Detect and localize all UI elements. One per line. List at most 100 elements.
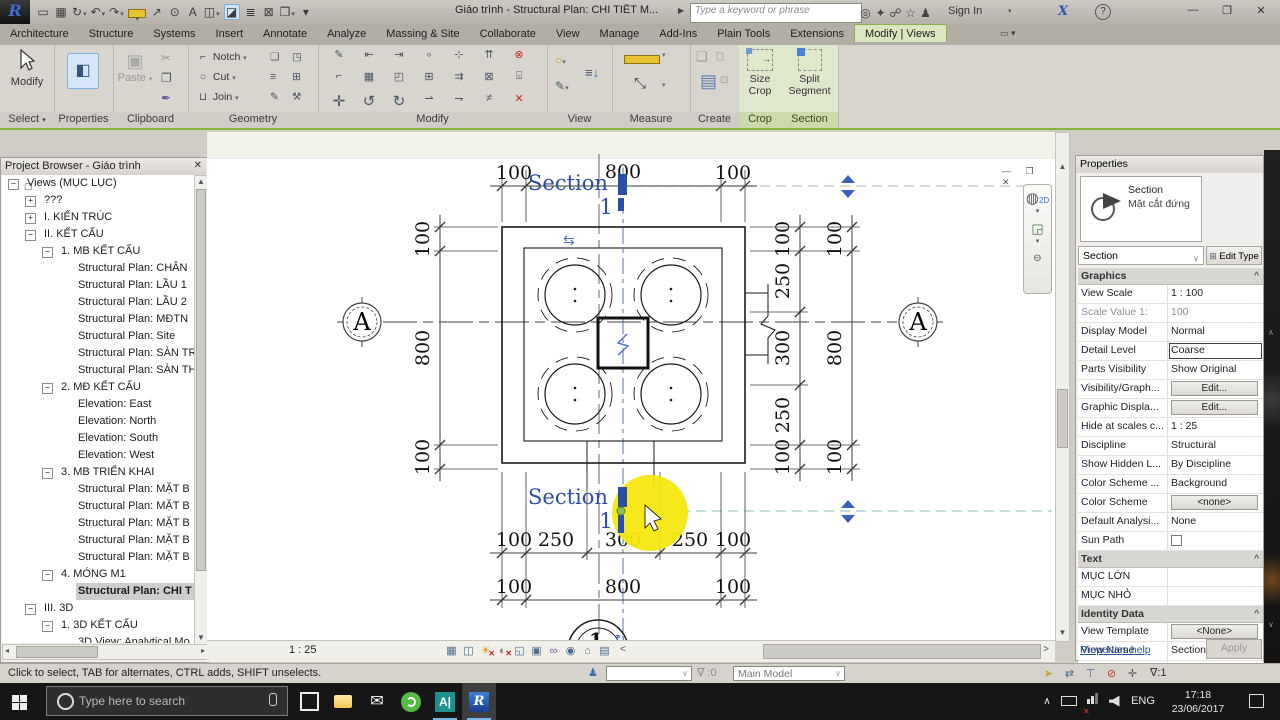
property-value[interactable]: None	[1168, 513, 1263, 531]
tab-architecture[interactable]: Architecture	[0, 25, 79, 42]
property-button[interactable]: <None>	[1171, 624, 1258, 639]
analytical-model-icon[interactable]: ⌂	[579, 645, 596, 657]
property-value[interactable]	[1168, 532, 1263, 550]
edit-type-button[interactable]: ⊞ Edit Type	[1206, 246, 1262, 265]
sign-in-caret-icon[interactable]: ▾	[1008, 7, 1012, 15]
property-button[interactable]: Edit...	[1171, 400, 1258, 415]
mirror-axis-icon[interactable]: ⊹	[444, 48, 474, 61]
tree-item-label[interactable]: Structural Plan: MẶT B	[76, 498, 192, 515]
property-value[interactable]: Edit...	[1168, 380, 1263, 398]
join-geometry-icon[interactable]: ◰	[384, 70, 414, 83]
legend-component-icon[interactable]: ❏	[696, 49, 708, 65]
project-browser-close-icon[interactable]: ✕	[194, 160, 202, 171]
tab-analyze[interactable]: Analyze	[317, 25, 376, 42]
tree-item-label[interactable]: Elevation: West	[76, 447, 156, 464]
property-value[interactable]: Edit...	[1168, 399, 1263, 417]
collapse-icon[interactable]: −	[42, 247, 53, 258]
cut-geometry-icon[interactable]: ▦	[354, 70, 384, 83]
panel-measure-label[interactable]: Measure	[612, 112, 690, 128]
tree-item-label[interactable]: Views (MỤC LỤC)	[25, 175, 119, 192]
tree-item-label[interactable]: Elevation: South	[76, 430, 160, 447]
tree-item[interactable]: Structural Plan: MẶT B	[2, 498, 194, 515]
measure-caret2-icon[interactable]: ▾	[662, 81, 666, 89]
select-links-icon[interactable]: ⇄	[1059, 667, 1080, 680]
property-value[interactable]: Structural	[1168, 437, 1263, 455]
project-browser-hscrollbar[interactable]: ◂ ▸	[2, 644, 208, 660]
tab-plain-tools[interactable]: Plain Tools	[707, 25, 780, 42]
steering-wheel-icon[interactable]: ◍2D	[1024, 189, 1051, 207]
tab-modify-views[interactable]: Modify | Views	[854, 24, 947, 42]
hscroll-right-icon[interactable]: >	[1043, 644, 1049, 655]
close-hidden-windows-icon[interactable]: ⊠	[262, 5, 276, 19]
split-segment-button[interactable]: Split Segment	[781, 48, 838, 97]
tab-structure[interactable]: Structure	[79, 25, 144, 42]
tree-item-label[interactable]: Structural Plan: MẶT B	[76, 481, 192, 498]
property-value[interactable]: Normal	[1168, 323, 1263, 341]
property-value[interactable]	[1168, 587, 1263, 605]
tree-item[interactable]: Structural Plan: SÀN TR	[2, 345, 194, 362]
property-value[interactable]: By Discipline	[1168, 456, 1263, 474]
application-menu-button[interactable]: R	[0, 0, 30, 24]
action-center-icon[interactable]	[1244, 683, 1268, 720]
expand-icon[interactable]: +	[25, 213, 36, 224]
exchange-apps-icon[interactable]: X	[1058, 4, 1068, 19]
canvas-hscrollbar-thumb[interactable]	[763, 644, 1041, 659]
tree-item-label[interactable]: 3. MB TRIỂN KHAI	[59, 464, 156, 481]
tree-item-label[interactable]: Structural Plan: MẶT B	[76, 532, 192, 549]
collapse-chevron-icon[interactable]: ^	[1254, 551, 1259, 567]
property-value[interactable]: 100	[1168, 304, 1263, 322]
canvas-vscrollbar[interactable]: ▲ ▼	[1055, 132, 1070, 642]
expand-icon[interactable]: +	[25, 196, 36, 207]
paste-button[interactable]: ▣ Paste ▾	[117, 51, 153, 84]
property-button[interactable]: <none>	[1171, 495, 1258, 510]
language-indicator[interactable]: ENG	[1128, 683, 1158, 720]
tree-item[interactable]: Structural Plan: MẶT B	[2, 549, 194, 566]
cut-to-clipboard-icon[interactable]: ✂	[161, 51, 171, 65]
file-explorer-button[interactable]	[326, 683, 360, 720]
tree-item[interactable]: −2. MĐ KẾT CẤU	[2, 379, 194, 396]
collapse-icon[interactable]: −	[42, 570, 53, 581]
tree-item[interactable]: − II. KẾT CẤU	[2, 226, 194, 243]
detail-group-icon[interactable]: ⊡	[720, 75, 728, 86]
tree-item[interactable]: +???	[2, 192, 194, 209]
tree-item-label[interactable]: 1. 3D KẾT CẤU	[59, 617, 140, 634]
property-value[interactable]: Coarse	[1168, 342, 1263, 360]
linework-icon[interactable]: ✎▾	[555, 79, 569, 93]
unpin-icon[interactable]: ⊗	[504, 48, 534, 61]
offset-copy-icon[interactable]: ⌻	[504, 70, 534, 83]
dimension-icon[interactable]	[127, 9, 146, 19]
structural-plan-view[interactable]: A A 100 800 100 100 250 300 250 100 100 …	[207, 132, 1055, 681]
property-value[interactable]: 1 : 100	[1168, 285, 1263, 303]
tree-item[interactable]: Structural Plan: LẦU 2	[2, 294, 194, 311]
minimize-button[interactable]: —	[1180, 4, 1206, 16]
worksets-filter[interactable]: ∇ :0	[697, 666, 717, 679]
tray-expand-icon[interactable]: ∧	[1038, 683, 1056, 720]
tree-item[interactable]: −3. MB TRIỂN KHAI	[2, 464, 194, 481]
tree-item[interactable]: 3D View: Analytical Mo	[2, 634, 194, 643]
tree-item[interactable]: Structural Plan: CHÂN	[2, 260, 194, 277]
panel-modify-label[interactable]: Modify	[318, 112, 547, 128]
battery-icon[interactable]	[1058, 683, 1080, 720]
measure-ruler-icon[interactable]	[624, 55, 660, 64]
collapse-icon[interactable]: −	[42, 383, 53, 394]
tree-item[interactable]: + I. KIẾN TRÚC	[2, 209, 194, 226]
clock[interactable]: 17:18 23/06/2017	[1162, 683, 1234, 720]
panel-clipboard-label[interactable]: Clipboard	[113, 112, 188, 128]
default-3d-view-icon[interactable]: ◫	[204, 5, 220, 19]
property-button[interactable]: Edit...	[1171, 381, 1258, 396]
rotate-icon[interactable]: ↻	[384, 92, 414, 110]
crop-view-icon[interactable]: ◱	[511, 644, 528, 657]
copy-icon[interactable]: ↺	[354, 92, 384, 110]
drag-on-selection-icon[interactable]: ✛	[1122, 667, 1143, 680]
array-icon[interactable]: ⇈	[474, 48, 504, 61]
favorites-icon[interactable]: ☆	[903, 6, 918, 20]
tab-view[interactable]: View	[546, 25, 590, 42]
collapse-icon[interactable]: −	[25, 230, 36, 241]
tree-item-label[interactable]: ???	[42, 192, 64, 209]
project-browser-vscrollbar[interactable]: ▲ ▼	[194, 175, 208, 645]
split-face-icon[interactable]: ⊞	[414, 70, 444, 83]
lightbulb-icon[interactable]: ○▾	[555, 53, 566, 67]
tree-item[interactable]: Structural Plan: LẦU 1	[2, 277, 194, 294]
communication-center-icon[interactable]: ☍	[888, 6, 903, 20]
network-icon[interactable]: ✕	[1082, 683, 1102, 720]
